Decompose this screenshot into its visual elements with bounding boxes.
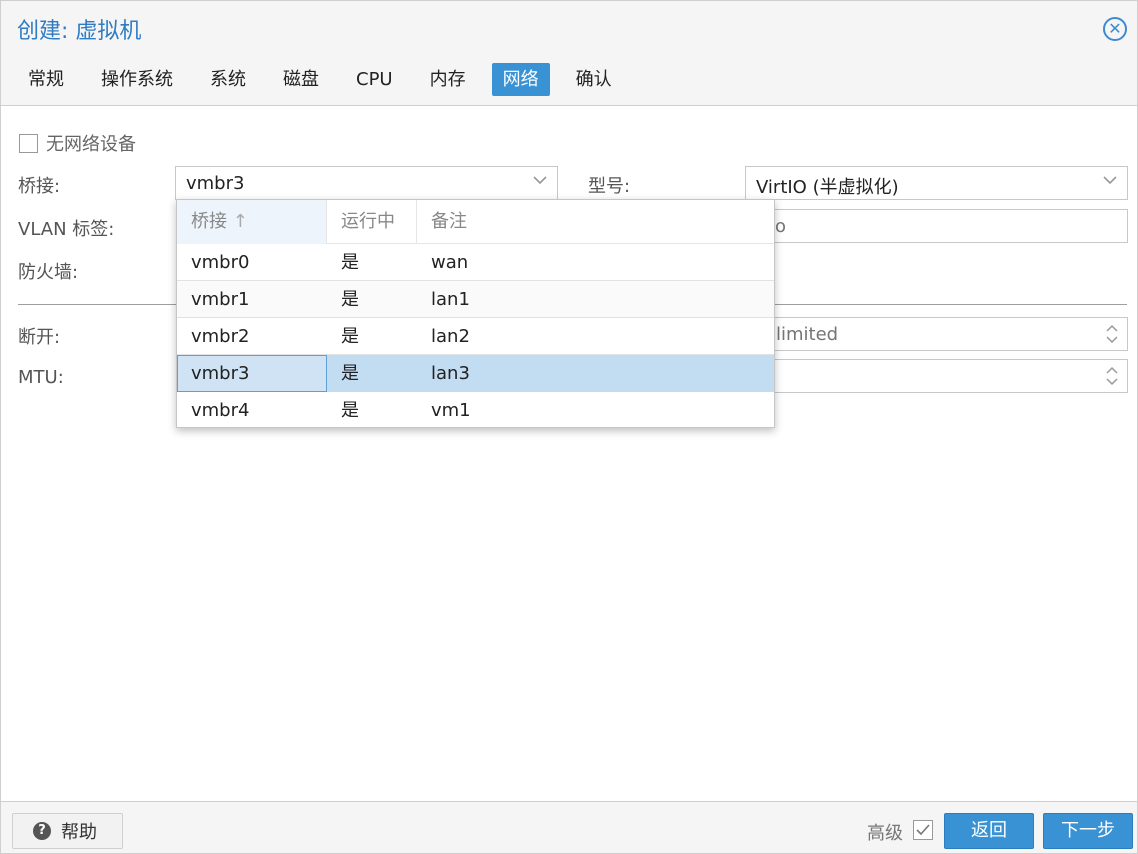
help-button[interactable]: ? 帮助 [12,813,123,849]
dropdown-row[interactable]: vmbr1 是 lan1 [177,281,774,318]
dropdown-header: 桥接 ↑ 运行中 备注 [177,200,774,244]
rate-limit-box [745,317,1128,351]
dropdown-row[interactable]: vmbr2 是 lan2 [177,318,774,355]
next-button[interactable]: 下一步 [1043,813,1133,849]
question-circle-icon: ? [33,822,51,840]
spinner-arrows-icon[interactable] [1105,364,1119,388]
create-vm-dialog: 创建: 虚拟机 ✕ 常规 操作系统 系统 磁盘 CPU 内存 网络 确认 无网络… [0,0,1138,854]
tab-network[interactable]: 网络 [491,63,550,96]
disconnect-label: 断开: [18,327,61,348]
no-network-checkbox[interactable] [19,133,38,153]
vlan-input-box [745,209,1128,243]
tab-confirm[interactable]: 确认 [565,63,623,96]
dropdown-row-selected[interactable]: vmbr3 是 lan3 [177,355,774,392]
model-label: 型号: [588,176,631,197]
no-network-label: 无网络设备 [46,134,136,155]
back-button[interactable]: 返回 [944,813,1034,849]
dialog-footer: ? 帮助 高级 返回 下一步 [1,801,1137,853]
mtu-input[interactable] [746,360,1127,392]
dropdown-row[interactable]: vmbr4 是 vm1 [177,392,774,429]
dropdown-row[interactable]: vmbr0 是 wan [177,244,774,281]
column-header-comment[interactable]: 备注 [417,200,774,244]
checkmark-icon [916,824,930,836]
bridge-label: 桥接: [18,176,61,197]
tab-memory[interactable]: 内存 [419,63,477,96]
mtu-label: MTU: [18,367,64,388]
model-combo[interactable]: VirtIO (半虚拟化) [745,166,1128,200]
dialog-title: 创建: 虚拟机 [17,19,142,44]
chevron-down-icon[interactable] [533,173,547,187]
advanced-label: 高级 [867,823,903,844]
close-icon[interactable]: ✕ [1103,17,1127,41]
tab-general[interactable]: 常规 [17,63,75,96]
bridge-dropdown: 桥接 ↑ 运行中 备注 vmbr0 是 wan vmbr1 是 lan1 vmb… [176,199,775,428]
tab-system[interactable]: 系统 [199,63,257,96]
mtu-box [745,359,1128,393]
advanced-checkbox[interactable] [913,820,933,840]
no-network-row: 无网络设备 [19,130,136,156]
tab-os[interactable]: 操作系统 [90,63,184,96]
rate-limit-input[interactable] [746,318,1127,350]
vlan-label: VLAN 标签: [18,219,115,240]
help-label: 帮助 [61,822,97,843]
wizard-tabs: 常规 操作系统 系统 磁盘 CPU 内存 网络 确认 [17,63,638,97]
bridge-combo[interactable]: vmbr3 [175,166,558,200]
column-header-active[interactable]: 运行中 [327,200,417,244]
firewall-label: 防火墙: [18,262,79,283]
column-header-bridge[interactable]: 桥接 ↑ [177,200,327,244]
vlan-input[interactable] [746,210,1127,242]
tab-disks[interactable]: 磁盘 [272,63,330,96]
spinner-arrows-icon[interactable] [1105,322,1119,346]
sort-ascending-icon: ↑ [232,211,248,232]
tab-cpu[interactable]: CPU [345,63,404,96]
model-value: VirtIO (半虚拟化) [756,177,899,198]
chevron-down-icon[interactable] [1103,173,1117,187]
bridge-value: vmbr3 [186,173,245,194]
